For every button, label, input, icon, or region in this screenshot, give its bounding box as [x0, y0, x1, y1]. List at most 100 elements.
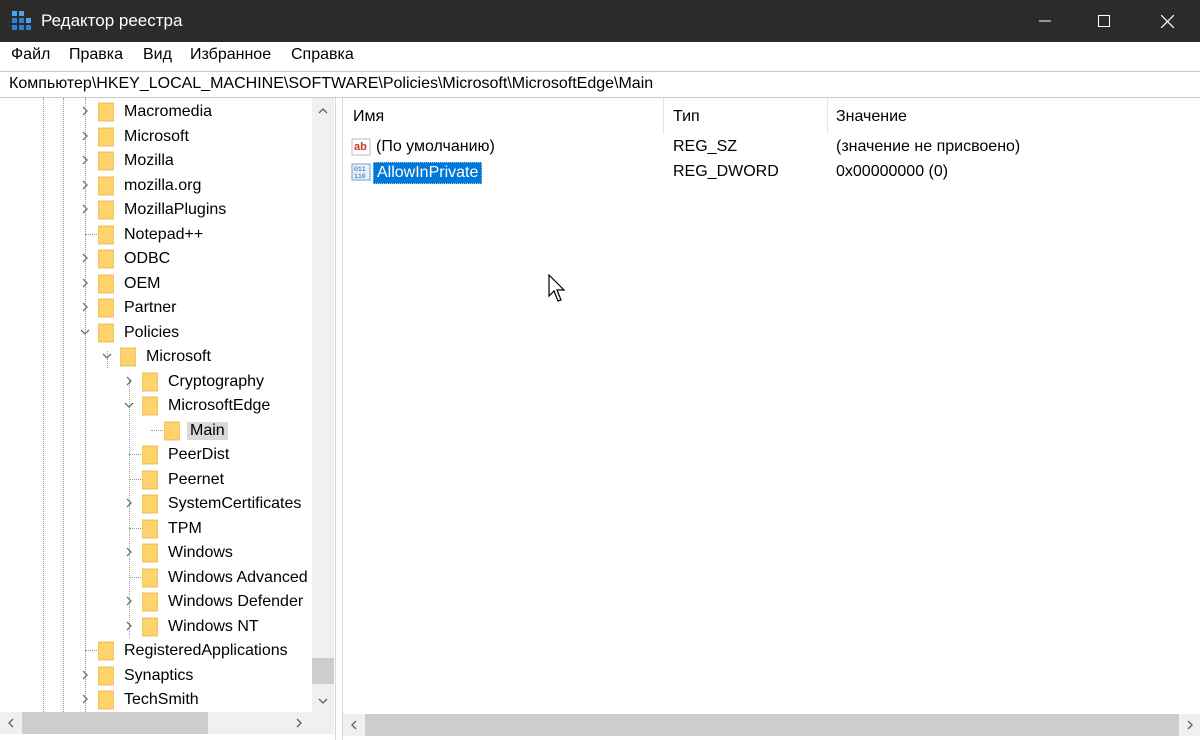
value-row[interactable]: 011 110 AllowInPrivate REG_DWORD 0x00000… [343, 160, 1200, 184]
folder-icon [98, 225, 114, 244]
tree-node[interactable]: OEM [0, 272, 310, 296]
chevron-right-icon[interactable] [78, 692, 92, 706]
folder-icon [164, 421, 180, 440]
address-bar[interactable]: Компьютер\HKEY_LOCAL_MACHINE\SOFTWARE\Po… [0, 71, 1200, 98]
tree-node[interactable]: Policies [0, 321, 310, 345]
tree-node[interactable]: ODBC [0, 247, 310, 271]
column-header-name[interactable]: Имя [343, 98, 663, 134]
menu-edit[interactable]: Правка [69, 46, 123, 64]
chevron-right-icon[interactable] [78, 153, 92, 167]
tree-node-label: OEM [124, 274, 161, 292]
maximize-icon [1098, 15, 1110, 27]
tree-node[interactable]: Main [0, 419, 310, 443]
tree-horizontal-scrollbar[interactable] [0, 712, 312, 734]
tree-connector [151, 429, 163, 431]
chevron-right-icon[interactable] [78, 202, 92, 216]
column-header-data[interactable]: Значение [828, 98, 1200, 134]
menu-favorites[interactable]: Избранное [190, 46, 271, 64]
tree-node-label: Notepad++ [124, 225, 204, 243]
value-row[interactable]: ab (По умолчанию) REG_SZ (значение не пр… [343, 135, 1200, 159]
tree-node[interactable]: SystemCertificates [0, 492, 310, 516]
chevron-right-icon[interactable] [122, 496, 136, 510]
tree-vertical-scroll-thumb[interactable] [312, 658, 334, 684]
tree-node[interactable]: Windows NT [0, 615, 310, 639]
tree-connector [129, 576, 141, 578]
scroll-right-icon[interactable] [1183, 718, 1197, 732]
column-header-data-label: Значение [836, 108, 907, 125]
chevron-right-icon[interactable] [122, 619, 136, 633]
value-horizontal-scroll-thumb[interactable] [365, 714, 1179, 736]
tree-node[interactable]: Cryptography [0, 370, 310, 394]
mouse-cursor-icon [548, 274, 566, 302]
tree-node[interactable]: Synaptics [0, 664, 310, 688]
value-list: Имя Тип Значение ab (По умолчанию) REG_S… [342, 98, 1200, 740]
value-type: REG_SZ [673, 138, 738, 155]
chevron-right-icon[interactable] [78, 104, 92, 118]
folder-icon [98, 200, 114, 220]
chevron-right-icon[interactable] [122, 594, 136, 608]
tree-node[interactable]: Notepad++ [0, 223, 310, 247]
tree-node-label: Partner [124, 299, 177, 316]
tree-node[interactable]: Microsoft [0, 125, 310, 149]
chevron-down-icon[interactable] [100, 349, 114, 363]
chevron-right-icon[interactable] [78, 276, 92, 290]
tree-node[interactable]: Partner [0, 296, 310, 320]
scroll-up-icon[interactable] [316, 104, 330, 118]
binary-value-icon: 011 110 [351, 163, 371, 181]
tree-connector [85, 650, 97, 651]
chevron-right-icon[interactable] [78, 251, 92, 265]
tree-node[interactable]: RegisteredApplications [0, 639, 310, 663]
folder-icon [98, 323, 114, 342]
chevron-down-icon[interactable] [122, 398, 136, 412]
maximize-button[interactable] [1075, 0, 1133, 42]
tree-node[interactable]: Mozilla [0, 149, 310, 173]
menu-file[interactable]: Файл [11, 46, 50, 64]
tree-node-label: ODBC [124, 250, 171, 267]
chevron-right-icon[interactable] [78, 668, 92, 682]
chevron-right-icon[interactable] [78, 178, 92, 192]
column-header-type[interactable]: Тип [664, 98, 827, 134]
scroll-down-icon[interactable] [316, 694, 330, 708]
tree-node[interactable]: PeerDist [0, 443, 310, 467]
tree-connector [129, 527, 141, 529]
tree-node[interactable]: mozilla.org [0, 174, 310, 198]
tree-node[interactable]: Peernet [0, 468, 310, 492]
folder-icon [142, 543, 158, 563]
folder-icon [142, 592, 158, 612]
tree-connector [129, 478, 141, 480]
tree-node[interactable]: Windows [0, 541, 310, 565]
chevron-down-icon[interactable] [78, 325, 92, 339]
tree-node[interactable]: Macromedia [0, 100, 310, 124]
menu-help[interactable]: Справка [291, 46, 354, 64]
tree-node[interactable]: MicrosoftEdge [0, 394, 310, 418]
value-type: REG_DWORD [673, 163, 779, 180]
tree-node[interactable]: MozillaPlugins [0, 198, 310, 222]
close-button[interactable] [1134, 0, 1200, 42]
tree-node-label: TechSmith [124, 691, 199, 708]
value-horizontal-scrollbar[interactable] [343, 714, 1200, 736]
tree-node[interactable]: TechSmith [0, 688, 310, 712]
scroll-right-icon[interactable] [292, 716, 306, 730]
chevron-right-icon[interactable] [122, 545, 136, 559]
scroll-left-icon[interactable] [4, 716, 18, 730]
chevron-right-icon[interactable] [78, 129, 92, 143]
tree-horizontal-scroll-thumb[interactable] [22, 712, 208, 734]
tree-node[interactable]: TPM [0, 517, 310, 541]
value-data: 0x00000000 (0) [836, 163, 949, 180]
scroll-left-icon[interactable] [347, 718, 361, 732]
svg-text:011: 011 [354, 166, 366, 173]
chevron-right-icon[interactable] [122, 374, 136, 388]
tree-node[interactable]: Windows Defender [0, 590, 310, 614]
tree-node-label: Windows [168, 544, 233, 561]
tree-node-label: Peernet [168, 470, 225, 488]
menu-view[interactable]: Вид [143, 46, 172, 64]
tree-node-label: Windows Defender [168, 593, 304, 610]
minimize-button[interactable] [1016, 0, 1074, 42]
tree-node-label: SystemCertificates [168, 495, 302, 512]
tree-connector [129, 454, 141, 455]
tree-node[interactable]: Microsoft [0, 345, 310, 369]
tree-node[interactable]: Windows Advanced [0, 566, 310, 590]
tree-vertical-scrollbar[interactable] [312, 98, 334, 712]
chevron-right-icon[interactable] [78, 300, 92, 314]
tree-node-label: Main [187, 421, 228, 440]
